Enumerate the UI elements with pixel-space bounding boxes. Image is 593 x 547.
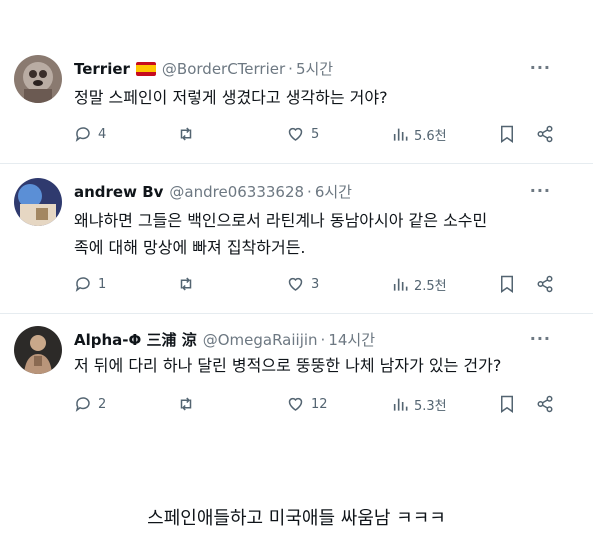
reply-button[interactable]: 4 — [74, 122, 106, 146]
share-icon — [537, 125, 553, 143]
views-button[interactable]: 5.6천 — [392, 122, 447, 146]
retweet-button[interactable] — [176, 272, 202, 296]
avatar[interactable] — [14, 326, 62, 374]
timestamp[interactable]: 5시간 — [296, 58, 333, 79]
avatar[interactable] — [14, 55, 62, 103]
separator-dot: · — [288, 59, 293, 78]
like-count: 5 — [311, 126, 320, 142]
reply-count: 1 — [98, 276, 107, 292]
bookmark-button[interactable] — [499, 272, 515, 296]
divider — [0, 313, 593, 314]
views-icon — [393, 278, 408, 291]
reply-icon — [75, 127, 90, 142]
like-button[interactable]: 12 — [286, 392, 328, 416]
views-icon — [393, 398, 408, 411]
timestamp[interactable]: 6시간 — [315, 181, 352, 202]
view-count: 5.3천 — [414, 398, 447, 414]
views-icon — [393, 128, 408, 141]
views-button[interactable]: 5.3천 — [392, 392, 447, 416]
tweet-text-line: 저 뒤에 다리 하나 달린 병적으로 뚱뚱한 나체 남자가 있는 건가? — [74, 356, 502, 375]
views-button[interactable]: 2.5천 — [392, 272, 447, 296]
user-handle[interactable]: @andre06333628 — [169, 183, 304, 201]
reply-button[interactable]: 1 — [74, 272, 106, 296]
display-name[interactable]: Terrier — [74, 60, 130, 78]
share-button[interactable] — [536, 392, 554, 416]
retweet-icon — [180, 277, 192, 291]
more-options-icon[interactable]: ··· — [530, 329, 551, 348]
reply-count: 2 — [98, 396, 107, 412]
caption: 스페인애들하고 미국애들 싸움남 ㅋㅋㅋ — [147, 508, 446, 529]
share-icon — [537, 275, 553, 293]
timestamp[interactable]: 14시간 — [328, 329, 375, 350]
like-count: 12 — [311, 396, 328, 412]
bookmark-button[interactable] — [499, 392, 515, 416]
separator-dot: · — [307, 182, 312, 201]
reply-icon — [75, 277, 90, 292]
like-button[interactable]: 5 — [286, 122, 319, 146]
more-options-icon[interactable]: ··· — [530, 181, 551, 200]
tweet-text-line: 정말 스페인이 저렇게 생겼다고 생각하는 거야? — [74, 88, 388, 107]
tweet-text-line: 왜냐하면 그들은 백인으로서 라틴계나 동남아시아 같은 소수민 — [74, 211, 488, 230]
user-handle[interactable]: @BorderCTerrier — [162, 60, 285, 78]
share-button[interactable] — [536, 272, 554, 296]
bookmark-icon — [501, 125, 513, 143]
spain-flag-icon — [135, 61, 156, 76]
retweet-button[interactable] — [176, 122, 202, 146]
reply-icon — [75, 397, 90, 412]
like-button[interactable]: 3 — [286, 272, 319, 296]
heart-icon — [288, 277, 303, 291]
view-count: 5.6천 — [414, 128, 447, 144]
view-count: 2.5천 — [414, 278, 447, 294]
share-icon — [537, 395, 553, 413]
bookmark-icon — [501, 395, 513, 413]
user-handle[interactable]: @OmegaRaiijin — [203, 331, 318, 349]
like-count: 3 — [311, 276, 320, 292]
retweet-icon — [180, 397, 192, 411]
tweet-text-line: 족에 대해 망상에 빠져 집착하거든. — [74, 238, 306, 257]
retweet-button[interactable] — [176, 392, 202, 416]
retweet-icon — [180, 127, 192, 141]
divider — [0, 163, 593, 164]
bookmark-icon — [501, 275, 513, 293]
display-name[interactable]: Alpha-Φ 三浦 涼 — [74, 329, 197, 350]
reply-count: 4 — [98, 126, 107, 142]
share-button[interactable] — [536, 122, 554, 146]
heart-icon — [288, 127, 303, 141]
bookmark-button[interactable] — [499, 122, 515, 146]
heart-icon — [288, 397, 303, 411]
separator-dot: · — [320, 330, 326, 349]
reply-button[interactable]: 2 — [74, 392, 106, 416]
display-name[interactable]: andrew Bv — [74, 183, 163, 201]
more-options-icon[interactable]: ··· — [530, 58, 551, 77]
avatar[interactable] — [14, 178, 62, 226]
